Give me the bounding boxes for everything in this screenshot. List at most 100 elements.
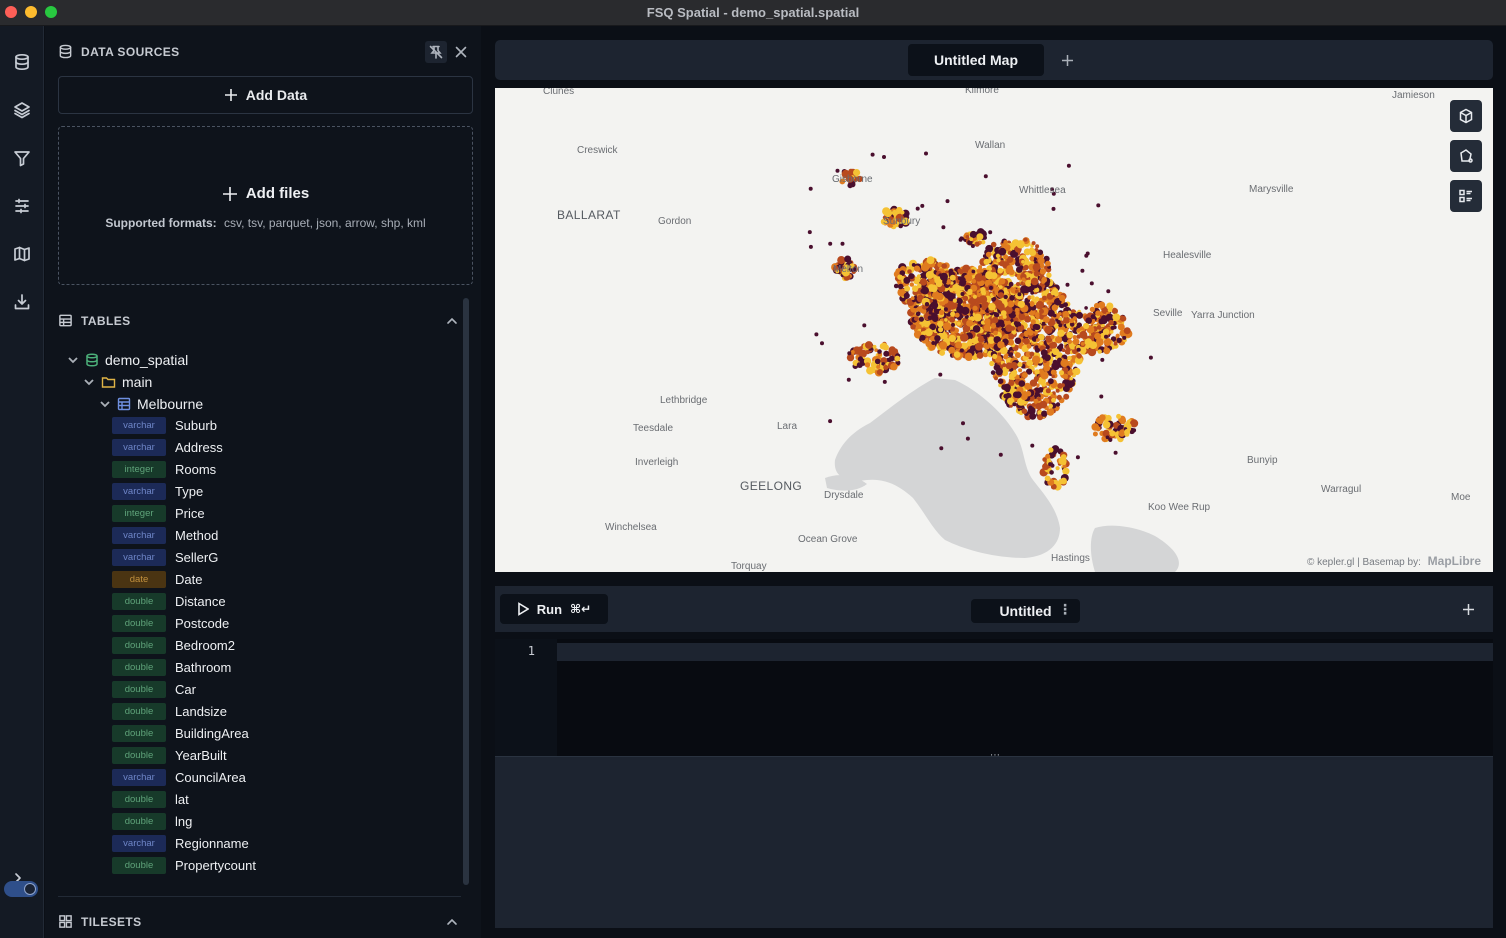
- field-row[interactable]: varchar Type: [112, 482, 203, 500]
- property-point: [1034, 347, 1040, 353]
- property-point: [990, 323, 997, 329]
- field-row[interactable]: double Bedroom2: [112, 636, 235, 654]
- tables-title: TABLES: [81, 313, 131, 328]
- field-row[interactable]: varchar Regionname: [112, 834, 249, 852]
- tables-header[interactable]: TABLES: [58, 313, 131, 328]
- map-place-label: Sunbury: [883, 216, 921, 227]
- add-map-tab-button[interactable]: [1055, 48, 1079, 72]
- tree-schema-row[interactable]: main: [83, 372, 152, 392]
- supported-formats-list: csv, tsv, parquet, json, arrow, shp, kml: [224, 216, 426, 230]
- field-row[interactable]: integer Price: [112, 504, 205, 522]
- property-point: [916, 274, 921, 279]
- field-row[interactable]: double BuildingArea: [112, 724, 249, 742]
- field-row[interactable]: double Car: [112, 680, 196, 698]
- property-point: [999, 278, 1006, 285]
- property-point: [919, 278, 928, 286]
- property-point: [1031, 241, 1036, 246]
- rail-layers-button[interactable]: [0, 92, 44, 128]
- property-point: [997, 341, 1005, 349]
- map-place-label: Warragul: [1321, 484, 1362, 495]
- property-point: [997, 267, 1004, 274]
- field-row[interactable]: varchar SellerG: [112, 548, 218, 566]
- property-point: [959, 236, 964, 241]
- property-point: [974, 241, 980, 247]
- property-point: [1084, 253, 1089, 258]
- property-point: [1007, 300, 1015, 308]
- field-row[interactable]: double lng: [112, 812, 192, 830]
- draw-polygon-button[interactable]: [1450, 140, 1482, 172]
- 3d-view-button[interactable]: [1450, 100, 1482, 132]
- rail-interactions-button[interactable]: [0, 188, 44, 224]
- sql-code-editor[interactable]: [557, 639, 1493, 756]
- field-row[interactable]: double lat: [112, 790, 189, 808]
- field-row[interactable]: double Propertycount: [112, 856, 256, 874]
- plus-icon: [1462, 603, 1474, 615]
- field-row[interactable]: double YearBuilt: [112, 746, 227, 764]
- add-data-button[interactable]: Add Data: [58, 76, 473, 114]
- field-row[interactable]: double Landsize: [112, 702, 227, 720]
- property-point: [967, 288, 973, 294]
- toggle-legend-button[interactable]: [1450, 180, 1482, 212]
- field-row[interactable]: varchar Address: [112, 438, 223, 456]
- rail-filter-button[interactable]: [0, 140, 44, 176]
- property-point: [1113, 341, 1118, 346]
- collapse-tilesets-button[interactable]: [441, 911, 463, 933]
- property-point: [924, 302, 930, 307]
- field-row[interactable]: double Distance: [112, 592, 226, 610]
- field-name: Regionname: [175, 835, 249, 851]
- tilesets-header[interactable]: TILESETS: [58, 914, 142, 929]
- map-place-label: Seville: [1153, 308, 1183, 319]
- property-point: [1089, 306, 1095, 312]
- collapse-tables-button[interactable]: [441, 310, 463, 332]
- property-point: [983, 258, 990, 265]
- field-row[interactable]: double Postcode: [112, 614, 229, 632]
- sidebar-scrollbar[interactable]: [463, 298, 469, 885]
- field-type-badge: varchar: [112, 526, 166, 544]
- kebab-menu-icon[interactable]: ⋮: [1058, 601, 1072, 618]
- property-point: [807, 230, 812, 235]
- property-point: [1069, 376, 1073, 381]
- field-row[interactable]: date Date: [112, 570, 202, 588]
- tree-database-row[interactable]: demo_spatial: [67, 350, 188, 370]
- map-place-label: Kilmore: [965, 88, 999, 96]
- rail-data-sources-button[interactable]: [0, 44, 44, 80]
- add-query-tab-button[interactable]: [1457, 598, 1479, 620]
- property-point: [1089, 341, 1098, 350]
- property-point: [1045, 345, 1050, 350]
- theme-toggle[interactable]: [4, 881, 38, 897]
- field-type-badge: integer: [112, 504, 166, 522]
- query-tab-label: Untitled: [999, 603, 1052, 619]
- property-point: [1039, 308, 1044, 314]
- unpin-panel-button[interactable]: [425, 41, 447, 63]
- property-point: [1000, 310, 1007, 316]
- tab-untitled-map[interactable]: Untitled Map: [908, 44, 1044, 76]
- field-row[interactable]: double Bathroom: [112, 658, 231, 676]
- close-panel-button[interactable]: [450, 41, 472, 63]
- rail-export-button[interactable]: [0, 284, 44, 320]
- property-point: [872, 344, 877, 349]
- property-point: [994, 376, 998, 381]
- rail-basemap-button[interactable]: [0, 236, 44, 272]
- property-point: [936, 292, 944, 301]
- property-point: [1075, 455, 1080, 460]
- database-name: demo_spatial: [105, 352, 189, 368]
- property-point: [957, 303, 962, 308]
- legend-icon: [1459, 189, 1472, 203]
- field-row[interactable]: integer Rooms: [112, 460, 216, 478]
- field-row[interactable]: varchar Suburb: [112, 416, 217, 434]
- map-view[interactable]: Clunes Kilmore Jamieson Creswick Wallan Gisbo…: [495, 88, 1493, 572]
- map-place-label: BALLARAT: [557, 208, 621, 222]
- field-row[interactable]: varchar Method: [112, 526, 218, 544]
- run-query-button[interactable]: Run ⌘↵: [500, 594, 608, 624]
- field-name: Distance: [175, 593, 226, 609]
- property-point: [976, 233, 984, 241]
- map-place-label: Yarra Junction: [1191, 310, 1255, 321]
- property-point: [1017, 326, 1022, 332]
- tab-untitled-query[interactable]: Untitled ⋮: [971, 599, 1080, 623]
- property-point: [1023, 264, 1029, 271]
- field-row[interactable]: varchar CouncilArea: [112, 768, 246, 786]
- property-point: [870, 152, 875, 157]
- file-dropzone[interactable]: Add files Supported formats: csv, tsv, p…: [58, 126, 473, 285]
- property-point: [840, 241, 845, 246]
- tree-table-row[interactable]: Melbourne: [99, 394, 203, 414]
